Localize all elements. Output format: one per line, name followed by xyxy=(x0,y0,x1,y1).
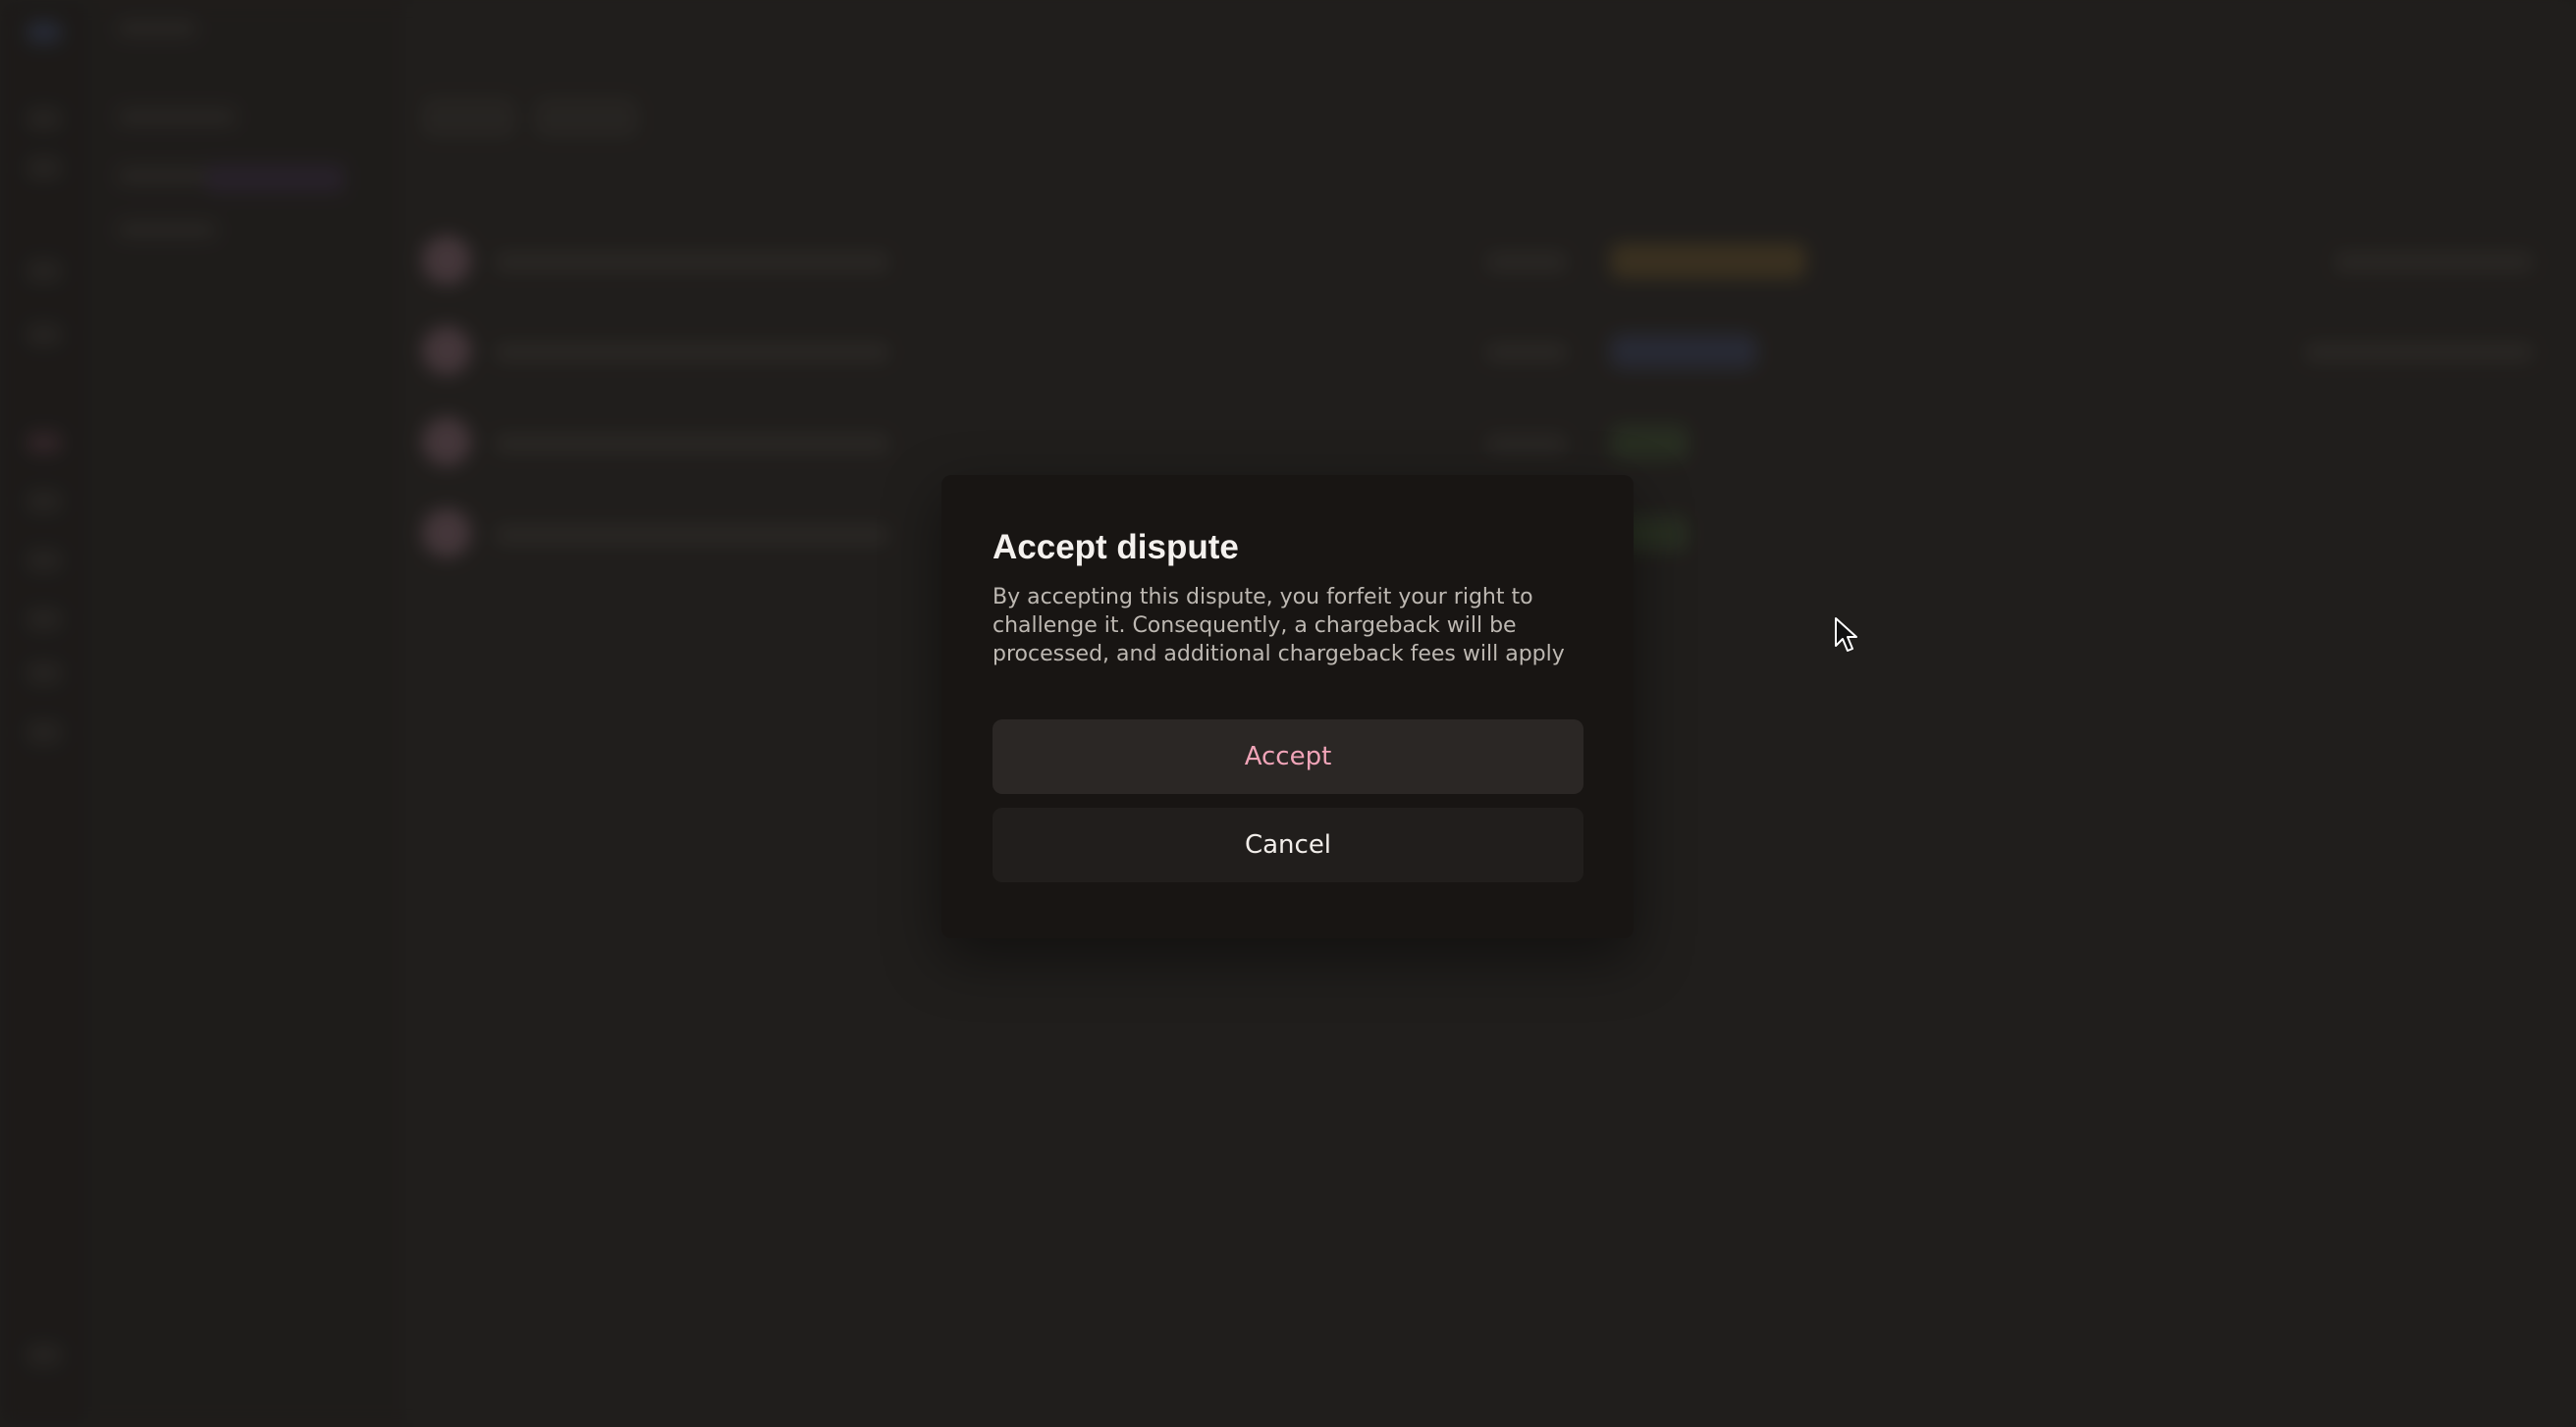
cancel-button[interactable]: Cancel xyxy=(993,808,1583,882)
mouse-pointer-icon xyxy=(1835,617,1857,652)
accept-dispute-dialog: Accept dispute By accepting this dispute… xyxy=(941,475,1634,938)
dialog-description: By accepting this dispute, you forfeit y… xyxy=(993,585,1565,666)
dialog-title: Accept dispute xyxy=(993,528,1239,566)
accept-button[interactable]: Accept xyxy=(993,719,1583,794)
